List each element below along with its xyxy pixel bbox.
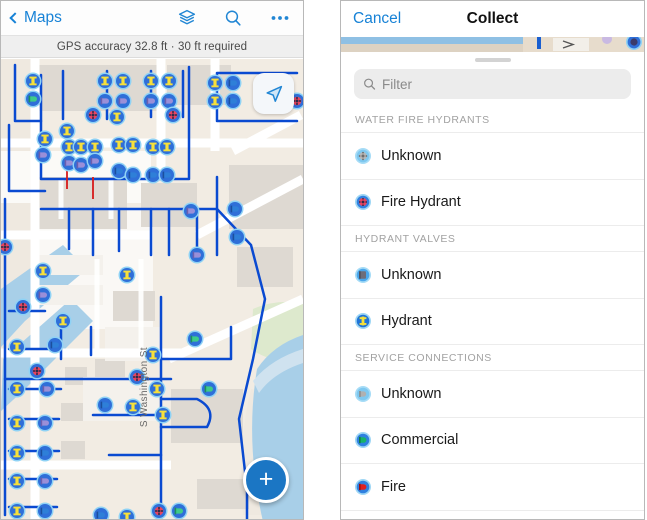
map-peek-graphics	[341, 37, 644, 52]
list-item[interactable]: Fire	[341, 463, 644, 510]
map-panel: Maps GPS accuracy 32.8 ft · 30 ft requir…	[0, 0, 304, 520]
layers-icon[interactable]	[177, 8, 197, 28]
filter-container	[341, 62, 644, 109]
marker-unknown-valve-icon	[355, 266, 371, 283]
gps-accuracy-status: GPS accuracy 32.8 ft · 30 ft required	[1, 36, 303, 58]
search-icon	[364, 78, 376, 90]
plus-icon: +	[258, 464, 274, 493]
list-item[interactable]: Fire Hydrant	[341, 178, 644, 225]
navigation-arrow-icon	[265, 85, 282, 102]
list-item[interactable]: Unknown	[341, 370, 644, 417]
list-item-label: Fire	[381, 478, 406, 495]
street-name-label: S Washington St	[139, 347, 150, 428]
feature-type-list: WATER FIRE HYDRANTS Unknown Fire Hydrant…	[341, 109, 644, 511]
more-ellipsis-icon[interactable]	[269, 8, 291, 28]
map-graphics	[1, 59, 303, 519]
list-item-label: Fire Hydrant	[381, 194, 461, 211]
collect-nav-bar: Cancel Collect	[341, 1, 644, 37]
section-header-service-connections: SERVICE CONNECTIONS	[341, 344, 644, 370]
list-item[interactable]: Hydrant	[341, 297, 644, 344]
collect-panel: Cancel Collect Filter WATER FIRE HYDRANT…	[340, 0, 645, 520]
list-item-label: Unknown	[381, 266, 442, 283]
list-item[interactable]: Unknown	[341, 251, 644, 298]
list-item-label: Commercial	[381, 432, 459, 449]
list-item[interactable]: Unknown	[341, 132, 644, 179]
filter-field[interactable]	[354, 69, 631, 99]
back-button-label: Maps	[24, 9, 62, 26]
marker-fire-hydrant-icon	[355, 194, 371, 211]
map-peek-strip[interactable]	[341, 37, 644, 52]
marker-hydrant-valve-icon	[355, 313, 371, 330]
map-canvas[interactable]: S Washington St +	[1, 59, 303, 519]
list-item-label: Hydrant	[381, 313, 432, 330]
app-screen: Maps GPS accuracy 32.8 ft · 30 ft requir…	[0, 0, 647, 520]
collect-sheet: WATER FIRE HYDRANTS Unknown	[341, 52, 644, 519]
back-to-maps-button[interactable]: Maps	[9, 9, 62, 27]
list-item[interactable]: Commercial	[341, 416, 644, 463]
location-button[interactable]	[253, 73, 294, 114]
marker-commercial-icon	[355, 432, 371, 449]
chevron-left-icon	[9, 12, 21, 24]
filter-input[interactable]	[381, 76, 622, 92]
marker-fire-service-icon	[355, 478, 371, 495]
cancel-button[interactable]: Cancel	[341, 10, 401, 28]
section-header-water-fire-hydrants: WATER FIRE HYDRANTS	[341, 109, 644, 132]
list-item-label: Unknown	[381, 385, 442, 402]
add-feature-button[interactable]: +	[243, 457, 289, 503]
marker-unknown-hydrant-icon	[355, 147, 371, 164]
list-bottom-divider	[341, 509, 644, 511]
marker-unknown-service-icon	[355, 385, 371, 402]
section-header-hydrant-valves: HYDRANT VALVES	[341, 225, 644, 251]
map-nav-bar: Maps	[1, 1, 303, 36]
search-icon[interactable]	[223, 8, 243, 28]
list-item-label: Unknown	[381, 147, 442, 164]
